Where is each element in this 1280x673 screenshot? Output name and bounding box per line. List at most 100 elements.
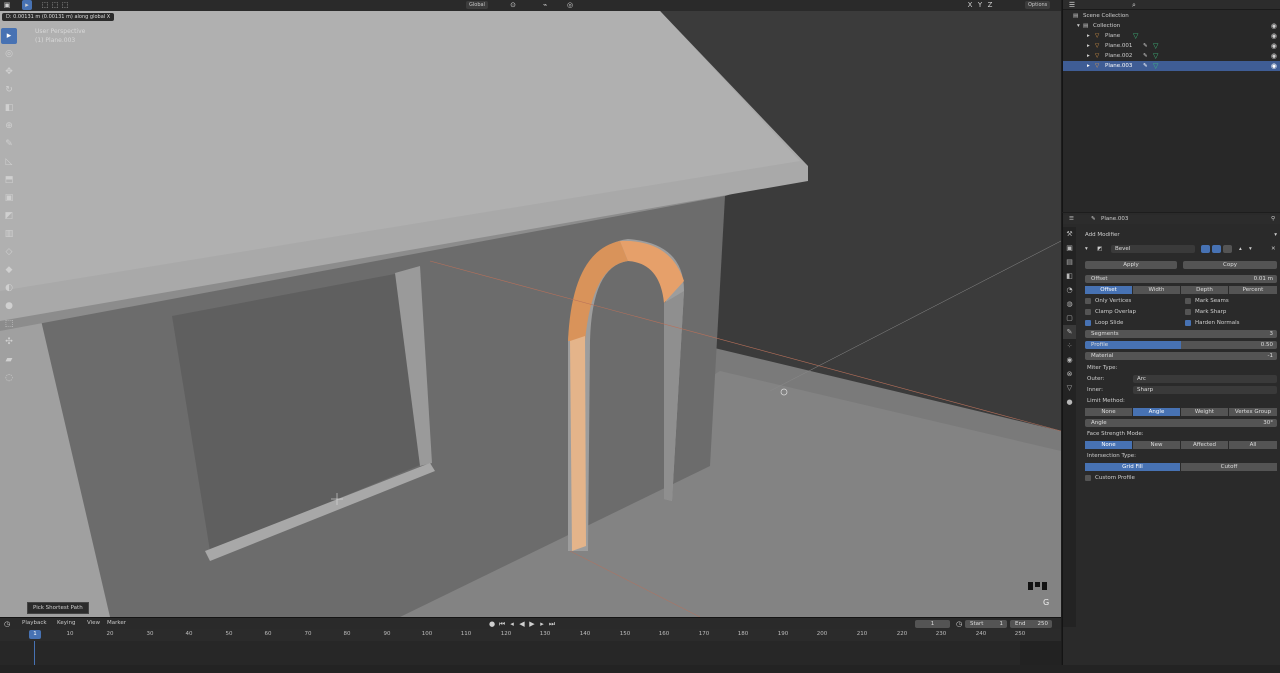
- view-layer-tab-icon[interactable]: ◧: [1063, 269, 1076, 283]
- z-axis-toggle[interactable]: Z: [985, 0, 995, 10]
- offset-field[interactable]: Offset 0.01 m: [1085, 275, 1277, 283]
- face-strength-option[interactable]: None: [1085, 441, 1132, 449]
- transform-tool-icon[interactable]: ⊕: [1, 118, 17, 134]
- angle-field[interactable]: Angle 30°: [1085, 419, 1277, 427]
- timeline-ruler[interactable]: 1 10 20 30 40 50 60 70 80 90 100 110 120…: [0, 629, 1061, 641]
- camera-toggle-icon[interactable]: [1201, 245, 1210, 253]
- loop-cut-tool-icon[interactable]: ▥: [1, 226, 17, 242]
- start-frame-field[interactable]: Start 1: [965, 620, 1007, 628]
- rip-tool-icon[interactable]: ◌: [1, 370, 17, 386]
- eye-icon[interactable]: ◉: [1271, 61, 1277, 71]
- output-tab-icon[interactable]: ▤: [1063, 255, 1076, 269]
- apply-button[interactable]: Apply: [1085, 261, 1177, 269]
- outliner-collection[interactable]: ▾ ▤ Collection ◉: [1063, 21, 1280, 31]
- jump-start-icon[interactable]: ⏮: [497, 619, 507, 629]
- clamp-overlap-checkbox[interactable]: Clamp Overlap: [1085, 308, 1136, 317]
- outliner-object[interactable]: ▸ ▽ Plane.002 ✎ ▽ ◉: [1063, 51, 1280, 61]
- only-vertices-checkbox[interactable]: Only Vertices: [1085, 297, 1131, 306]
- tool-tab-icon[interactable]: ⚒: [1063, 227, 1076, 241]
- current-frame-field[interactable]: 1: [915, 620, 950, 628]
- modifier-name-field[interactable]: Bevel: [1111, 245, 1195, 253]
- chevron-right-icon[interactable]: ▸: [1087, 31, 1090, 41]
- y-axis-toggle[interactable]: Y: [975, 0, 985, 10]
- chevron-down-icon[interactable]: ▾: [1077, 21, 1080, 31]
- face-strength-option[interactable]: All: [1229, 441, 1277, 449]
- annotate-tool-icon[interactable]: ✎: [1, 136, 17, 152]
- close-icon[interactable]: ✕: [1271, 245, 1276, 254]
- smooth-tool-icon[interactable]: ●: [1, 298, 17, 314]
- eye-icon[interactable]: ◉: [1271, 21, 1277, 31]
- chevron-down-icon[interactable]: ▾: [1085, 245, 1088, 254]
- copy-button[interactable]: Copy: [1183, 261, 1277, 269]
- outliner-object[interactable]: ▸ ▽ Plane ▽ ◉: [1063, 31, 1280, 41]
- move-down-icon[interactable]: ▾: [1249, 245, 1252, 254]
- intersection-option[interactable]: Cutoff: [1181, 463, 1277, 471]
- play-reverse-icon[interactable]: ◀: [517, 619, 527, 629]
- custom-profile-checkbox[interactable]: Custom Profile: [1085, 474, 1135, 483]
- editor-type-icon[interactable]: ☰: [1069, 215, 1074, 224]
- play-icon[interactable]: ▶: [527, 619, 537, 629]
- outer-dropdown[interactable]: Arc: [1133, 375, 1277, 383]
- outliner-object-selected[interactable]: ▸ ▽ Plane.003 ✎ ▽ ◉: [1063, 61, 1280, 71]
- data-tab-icon[interactable]: ▽: [1063, 381, 1076, 395]
- outliner-object[interactable]: ▸ ▽ Plane.001 ✎ ▽ ◉: [1063, 41, 1280, 51]
- editmode-toggle-icon[interactable]: [1223, 245, 1232, 253]
- eye-icon[interactable]: ◉: [1271, 51, 1277, 61]
- limit-option[interactable]: Weight: [1181, 408, 1228, 416]
- record-icon[interactable]: ●: [487, 619, 497, 629]
- segments-field[interactable]: Segments 3: [1085, 330, 1277, 338]
- chevron-right-icon[interactable]: ▸: [1087, 41, 1090, 51]
- prev-key-icon[interactable]: ◂: [507, 619, 517, 629]
- rotate-tool-icon[interactable]: ↻: [1, 82, 17, 98]
- modifier-tab-icon[interactable]: ✎: [1063, 325, 1076, 339]
- outliner-scene-collection[interactable]: ▤ Scene Collection: [1063, 11, 1280, 21]
- x-axis-toggle[interactable]: X: [965, 0, 975, 10]
- menu-marker[interactable]: Marker: [107, 620, 126, 626]
- physics-tab-icon[interactable]: ◉: [1063, 353, 1076, 367]
- timeline-area[interactable]: [0, 641, 1061, 665]
- shear-tool-icon[interactable]: ▰: [1, 352, 17, 368]
- select-tool-icon[interactable]: ▸: [1, 28, 17, 44]
- poly-build-tool-icon[interactable]: ◆: [1, 262, 17, 278]
- menu-view[interactable]: View: [87, 620, 100, 626]
- display-toggle-icon[interactable]: [1212, 245, 1221, 253]
- add-modifier-dropdown[interactable]: Add Modifier ▾: [1081, 231, 1279, 240]
- loop-slide-checkbox[interactable]: Loop Slide: [1085, 319, 1123, 328]
- editor-type-icon[interactable]: ▣: [2, 0, 12, 10]
- inner-dropdown[interactable]: Sharp: [1133, 386, 1277, 394]
- pin-icon[interactable]: ⚲: [1271, 215, 1275, 224]
- next-key-icon[interactable]: ▸: [537, 619, 547, 629]
- limit-option[interactable]: None: [1085, 408, 1132, 416]
- move-up-icon[interactable]: ▴: [1239, 245, 1242, 254]
- mark-sharp-checkbox[interactable]: Mark Sharp: [1185, 308, 1226, 317]
- harden-normals-checkbox[interactable]: Harden Normals: [1185, 319, 1240, 328]
- edge-select-icon[interactable]: ⬚: [50, 0, 60, 10]
- pivot-icon[interactable]: ⊙: [508, 0, 518, 10]
- menu-keying[interactable]: Keying: [57, 620, 75, 626]
- cursor-tool-icon[interactable]: ◎: [1, 46, 17, 62]
- edge-slide-tool-icon[interactable]: ⬚: [1, 316, 17, 332]
- limit-option[interactable]: Vertex Group: [1229, 408, 1277, 416]
- snap-icon[interactable]: ⌁: [540, 0, 550, 10]
- width-type-option[interactable]: Percent: [1229, 286, 1277, 294]
- clock-icon[interactable]: ◷: [954, 619, 964, 629]
- profile-slider[interactable]: Profile 0.50: [1085, 341, 1277, 349]
- options-dropdown[interactable]: Options: [1025, 1, 1051, 9]
- width-type-option[interactable]: Offset: [1085, 286, 1132, 294]
- scene-tab-icon[interactable]: ◔: [1063, 283, 1076, 297]
- intersection-option[interactable]: Grid Fill: [1085, 463, 1180, 471]
- knife-tool-icon[interactable]: ◇: [1, 244, 17, 260]
- face-strength-option[interactable]: Affected: [1181, 441, 1228, 449]
- particles-tab-icon[interactable]: ⁘: [1063, 339, 1076, 353]
- render-tab-icon[interactable]: ▣: [1063, 241, 1076, 255]
- object-tab-icon[interactable]: ▢: [1063, 311, 1076, 325]
- face-strength-option[interactable]: New: [1133, 441, 1180, 449]
- material-tab-icon[interactable]: ●: [1063, 395, 1076, 409]
- width-type-option[interactable]: Width: [1133, 286, 1180, 294]
- current-frame-indicator[interactable]: 1: [29, 630, 41, 639]
- select-mode-icon[interactable]: ▸: [22, 0, 32, 10]
- eye-icon[interactable]: ◉: [1271, 31, 1277, 41]
- transform-orientation-dropdown[interactable]: Global: [466, 1, 488, 9]
- editor-type-icon[interactable]: ◷: [2, 619, 12, 629]
- material-field[interactable]: Material -1: [1085, 352, 1277, 360]
